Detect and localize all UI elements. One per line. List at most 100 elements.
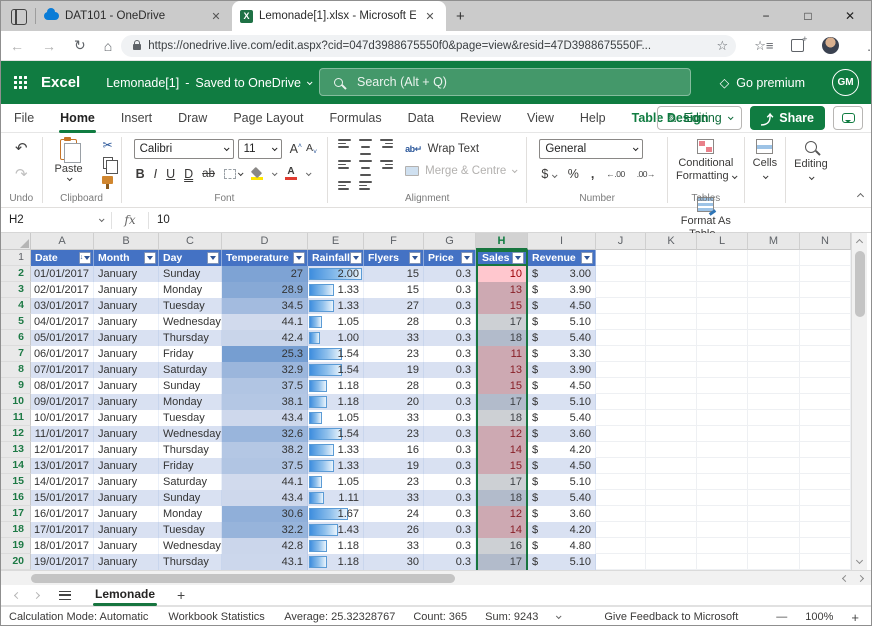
cell-I7[interactable]: $3.30 — [528, 346, 596, 362]
cell-A13[interactable]: 12/01/2017 — [31, 442, 94, 458]
cell-B10[interactable]: January — [94, 394, 159, 410]
decrease-font-size-button[interactable]: A˅ — [306, 142, 317, 156]
cell-J5[interactable] — [596, 314, 646, 330]
font-color-button[interactable]: A — [285, 168, 297, 180]
cell-K17[interactable] — [646, 506, 697, 522]
cell-H8[interactable]: 13 — [476, 362, 528, 378]
row-header-8[interactable]: 8 — [1, 362, 31, 378]
double-underline-button[interactable]: D — [184, 167, 193, 181]
feedback-link[interactable]: Give Feedback to Microsoft — [604, 611, 738, 623]
cell-B3[interactable]: January — [94, 282, 159, 298]
table-header-revenue[interactable]: Revenue — [528, 250, 596, 266]
cell-E18[interactable]: 1.43 — [308, 522, 364, 538]
cell-H16[interactable]: 18 — [476, 490, 528, 506]
cell-F13[interactable]: 16 — [364, 442, 424, 458]
cell-B13[interactable]: January — [94, 442, 159, 458]
row-header-14[interactable]: 14 — [1, 458, 31, 474]
cell-C2[interactable]: Sunday — [159, 266, 222, 282]
cell-N13[interactable] — [800, 442, 851, 458]
cell-F9[interactable]: 28 — [364, 378, 424, 394]
cell-L4[interactable] — [697, 298, 748, 314]
cell-G4[interactable]: 0.3 — [424, 298, 476, 314]
cut-button[interactable]: ✂ — [103, 138, 113, 152]
cell-C17[interactable]: Monday — [159, 506, 222, 522]
cell-I14[interactable]: $4.50 — [528, 458, 596, 474]
cell-N19[interactable] — [800, 538, 851, 554]
cell-G13[interactable]: 0.3 — [424, 442, 476, 458]
vertical-scroll-thumb[interactable] — [855, 251, 865, 317]
cell-K13[interactable] — [646, 442, 697, 458]
cell-J4[interactable] — [596, 298, 646, 314]
ribbon-tab-help[interactable]: Help — [567, 104, 619, 133]
cell-L6[interactable] — [697, 330, 748, 346]
cell-K15[interactable] — [646, 474, 697, 490]
conditional-formatting-button[interactable]: Conditional Formatting — [676, 139, 736, 183]
cell-G3[interactable]: 0.3 — [424, 282, 476, 298]
zoom-out-button[interactable]: — — [776, 611, 787, 623]
cell-M11[interactable] — [748, 410, 800, 426]
fill-color-button[interactable] — [251, 169, 263, 180]
filter-button-flyers[interactable] — [409, 252, 421, 264]
cell-I6[interactable]: $5.40 — [528, 330, 596, 346]
cell-L1[interactable] — [697, 250, 748, 266]
cell-A15[interactable]: 14/01/2017 — [31, 474, 94, 490]
column-header-H[interactable]: H — [476, 233, 528, 250]
cell-A3[interactable]: 02/01/2017 — [31, 282, 94, 298]
row-header-20[interactable]: 20 — [1, 554, 31, 570]
cell-D18[interactable]: 32.2 — [222, 522, 308, 538]
cell-E17[interactable]: 1.67 — [308, 506, 364, 522]
cell-F17[interactable]: 24 — [364, 506, 424, 522]
column-header-I[interactable]: I — [528, 233, 596, 250]
cell-I2[interactable]: $3.00 — [528, 266, 596, 282]
cell-C18[interactable]: Tuesday — [159, 522, 222, 538]
cell-K14[interactable] — [646, 458, 697, 474]
column-header-L[interactable]: L — [697, 233, 748, 250]
cell-E13[interactable]: 1.33 — [308, 442, 364, 458]
cell-L16[interactable] — [697, 490, 748, 506]
browser-tab-lemonade[interactable]: X Lemonade[1].xlsx - Microsoft Exc ✕ — [232, 1, 446, 31]
align-center-button[interactable] — [359, 160, 372, 176]
cell-L13[interactable] — [697, 442, 748, 458]
cell-M20[interactable] — [748, 554, 800, 570]
cell-N1[interactable] — [800, 250, 851, 266]
cell-A18[interactable]: 17/01/2017 — [31, 522, 94, 538]
cell-L2[interactable] — [697, 266, 748, 282]
cell-C10[interactable]: Monday — [159, 394, 222, 410]
bold-button[interactable]: B — [136, 167, 145, 181]
cell-I3[interactable]: $3.90 — [528, 282, 596, 298]
cell-B2[interactable]: January — [94, 266, 159, 282]
cell-D5[interactable]: 44.1 — [222, 314, 308, 330]
cell-K6[interactable] — [646, 330, 697, 346]
cell-F7[interactable]: 23 — [364, 346, 424, 362]
row-header-19[interactable]: 19 — [1, 538, 31, 554]
cell-C9[interactable]: Sunday — [159, 378, 222, 394]
cell-E15[interactable]: 1.05 — [308, 474, 364, 490]
cell-A14[interactable]: 13/01/2017 — [31, 458, 94, 474]
wrap-text-button[interactable]: ab↵ Wrap Text — [405, 138, 516, 160]
cell-A8[interactable]: 07/01/2017 — [31, 362, 94, 378]
align-right-button[interactable] — [380, 160, 393, 169]
cell-N2[interactable] — [800, 266, 851, 282]
undo-icon[interactable]: ↶ — [15, 139, 28, 157]
row-header-3[interactable]: 3 — [1, 282, 31, 298]
cell-D11[interactable]: 43.4 — [222, 410, 308, 426]
number-format-select[interactable]: General — [539, 139, 643, 159]
cell-K3[interactable] — [646, 282, 697, 298]
cell-H11[interactable]: 18 — [476, 410, 528, 426]
cell-B19[interactable]: January — [94, 538, 159, 554]
cell-A10[interactable]: 09/01/2017 — [31, 394, 94, 410]
cell-G19[interactable]: 0.3 — [424, 538, 476, 554]
formula-input[interactable]: 10 — [149, 214, 871, 226]
share-button[interactable]: ⤴ Share — [750, 106, 825, 130]
cell-G14[interactable]: 0.3 — [424, 458, 476, 474]
zoom-level[interactable]: 100% — [805, 611, 833, 623]
cell-B11[interactable]: January — [94, 410, 159, 426]
strikethrough-button[interactable]: ab — [202, 168, 215, 180]
cell-N15[interactable] — [800, 474, 851, 490]
cell-N6[interactable] — [800, 330, 851, 346]
cell-F16[interactable]: 33 — [364, 490, 424, 506]
cell-A6[interactable]: 05/01/2017 — [31, 330, 94, 346]
cell-B5[interactable]: January — [94, 314, 159, 330]
cell-M17[interactable] — [748, 506, 800, 522]
cell-H10[interactable]: 17 — [476, 394, 528, 410]
